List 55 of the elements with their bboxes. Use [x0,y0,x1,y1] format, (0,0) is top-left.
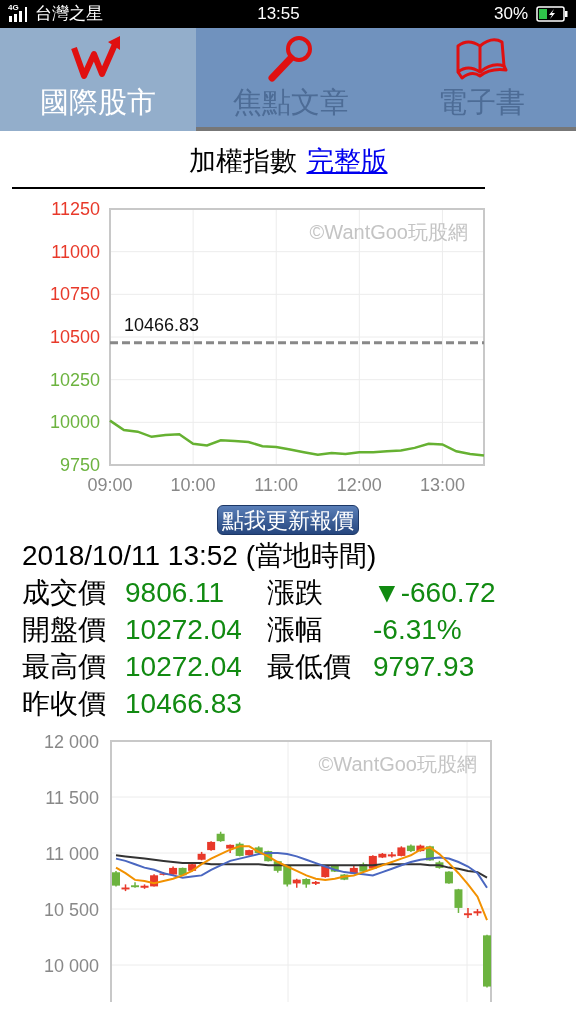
candlestick [264,850,273,863]
axis-label: 9750 [59,455,100,475]
field-value: ▼-660.72 [373,576,496,610]
carrier-name: 台灣之星 [35,3,103,26]
candlestick [197,851,206,862]
field-label: 漲跌 [267,576,324,610]
watermark-text: ©WantGoo玩股網 [318,753,477,775]
axis-label: 11:00 [254,475,299,495]
clock-time: 13:55 [256,3,301,26]
axis-label: 12:00 [336,475,382,495]
watermark-text: ©WantGoo玩股網 [309,221,468,243]
axis-label: 11 500 [45,788,99,808]
axis-label: 10 000 [43,956,99,977]
field-value: 10272.04 [125,613,243,647]
index-title: 加權指數 [188,144,297,178]
axis-label: 10750 [49,284,100,305]
axis-label: 09:00 [87,475,133,495]
field-value: -6.31% [373,613,462,647]
axis-label: 10000 [49,412,100,433]
candlestick [254,845,263,855]
candlestick [216,831,225,843]
axis-label: 10 500 [43,900,99,921]
field-label: 昨收價 [22,687,107,721]
refresh-quote-button[interactable]: 點我更新報價 [217,505,359,535]
candlestick [473,908,482,917]
field-label: 開盤價 [22,613,107,647]
field-label: 成交價 [22,576,107,610]
candlestick [483,934,491,989]
battery-icon [536,6,568,22]
full-version-link[interactable]: 完整版 [306,140,388,182]
candlestick [207,840,216,852]
field-value: 10272.04 [125,650,243,684]
axis-label: 10:00 [170,475,216,495]
field-label: 最高價 [22,650,107,684]
tab[interactable]: 國際股市 [0,28,196,131]
axis-label: 11000 [51,241,100,262]
reference-label: 10466.83 [124,314,200,335]
candlestick [406,843,415,853]
field-value: 9806.11 [125,576,226,610]
axis-label: 10500 [49,327,100,347]
field-value: 9797.93 [373,650,475,684]
axis-label: 13:00 [419,475,465,495]
candlestick [349,865,358,875]
field-value: 10466.83 [125,687,243,721]
quote-timestamp: 2018/10/11 13:52 (當地時間) [22,539,378,573]
battery-percent: 30% [493,3,528,26]
axis-label: 10250 [49,369,100,390]
candlestick [188,861,197,873]
field-label: 漲幅 [267,613,324,647]
axis-label: 11 000 [45,844,99,864]
candlestick [359,861,368,873]
candlestick [178,866,187,877]
field-label: 最低價 [267,650,352,684]
axis-label: 12 000 [43,732,99,752]
axis-label: 11250 [51,199,100,219]
